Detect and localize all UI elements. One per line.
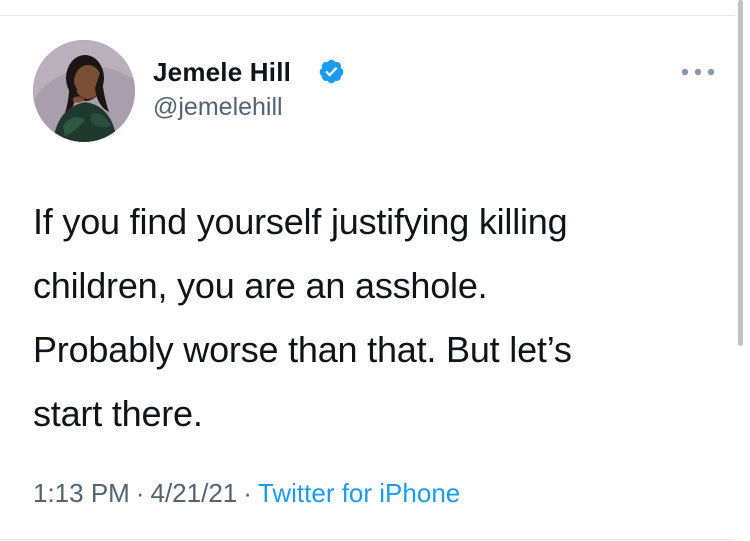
tweet-text-line: start there. [33,393,203,434]
bottom-divider [0,539,735,540]
top-divider [0,15,735,16]
author-handle[interactable]: @jemelehill [153,93,283,122]
scrollbar[interactable] [738,0,743,346]
tweet-meta: 1:13 PM · 4/21/21 · Twitter for iPhone [33,478,460,509]
meta-separator: · [135,478,145,508]
tweet-time[interactable]: 1:13 PM [33,478,130,508]
tweet-date[interactable]: 4/21/21 [151,478,238,508]
meta-separator: · [243,478,252,508]
tweet-text-line: children, you are an asshole. [33,265,488,306]
tweet-text-line: Probably worse than that. But let’s [33,329,572,370]
more-horizontal-icon[interactable] [681,68,715,76]
tweet-text: If you find yourself justifying killing … [33,190,713,446]
tweet-source-link[interactable]: Twitter for iPhone [258,478,460,508]
verified-badge-icon [319,59,344,84]
profile-photo-icon [33,40,135,142]
display-name[interactable]: Jemele Hill [153,57,291,88]
avatar[interactable] [33,40,135,142]
tweet-text-line: If you find yourself justifying killing [33,201,568,242]
